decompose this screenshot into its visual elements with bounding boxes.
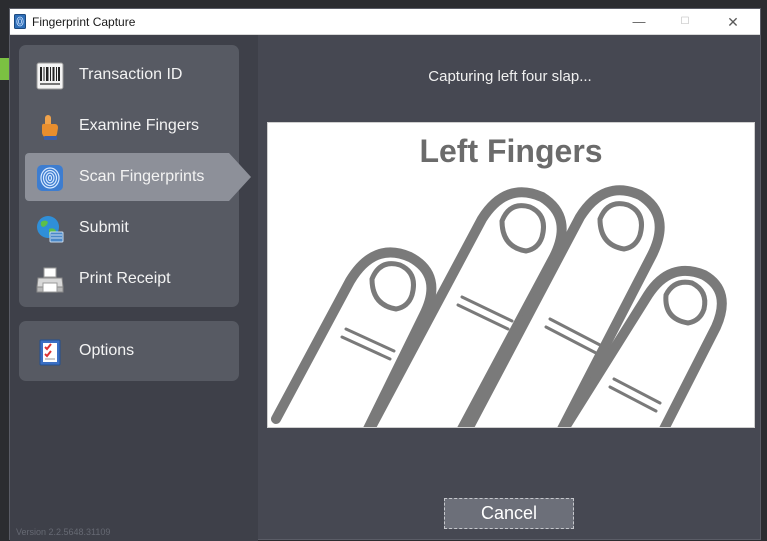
options-panel: Options bbox=[19, 321, 239, 381]
fingerprint-icon bbox=[37, 165, 63, 191]
barcode-icon bbox=[36, 62, 64, 90]
close-button[interactable]: ✕ bbox=[710, 9, 756, 35]
capture-status: Capturing left four slap... bbox=[428, 68, 592, 85]
app-icon bbox=[14, 14, 26, 29]
nav-item-examine-fingers[interactable]: Examine Fingers bbox=[25, 102, 229, 150]
cancel-button[interactable]: Cancel bbox=[444, 498, 574, 529]
nav-item-scan-fingerprints[interactable]: Scan Fingerprints bbox=[25, 153, 251, 201]
globe-icon bbox=[37, 216, 64, 243]
nav-item-options[interactable]: Options bbox=[25, 327, 229, 375]
nav-item-print-receipt[interactable]: Print Receipt bbox=[25, 255, 229, 303]
title-bar: Fingerprint Capture — ☐ ✕ bbox=[10, 9, 760, 35]
fingerprint-preview: Left Fingers bbox=[267, 122, 755, 428]
checklist-icon bbox=[39, 339, 61, 366]
nav-item-label: Transaction ID bbox=[79, 66, 183, 83]
nav-item-label: Examine Fingers bbox=[79, 117, 200, 134]
minimize-button[interactable]: — bbox=[616, 9, 662, 35]
maximize-button[interactable]: ☐ bbox=[662, 9, 708, 35]
nav-item-label: Submit bbox=[79, 219, 129, 236]
nav-panel: Transaction ID Examine Fingers Scan Fing… bbox=[19, 45, 251, 307]
nav-item-submit[interactable]: Submit bbox=[25, 204, 229, 252]
nav-item-label: Options bbox=[79, 342, 135, 359]
nav-item-label: Print Receipt bbox=[79, 270, 171, 287]
hand-icon bbox=[42, 115, 58, 140]
main-panel: Capturing left four slap... Left Fingers bbox=[258, 35, 762, 541]
version-label: Version 2.2.5648.31109 bbox=[16, 527, 111, 537]
nav-item-transaction-id[interactable]: Transaction ID bbox=[25, 51, 229, 99]
printer-icon bbox=[36, 267, 64, 293]
sidebar: Transaction ID Examine Fingers Scan Fing… bbox=[10, 35, 258, 541]
app-window: Fingerprint Capture — ☐ ✕ Transaction ID bbox=[9, 8, 762, 541]
left-fingers-illustration bbox=[271, 185, 727, 427]
nav-item-label: Scan Fingerprints bbox=[79, 168, 205, 185]
window-title: Fingerprint Capture bbox=[32, 15, 136, 29]
